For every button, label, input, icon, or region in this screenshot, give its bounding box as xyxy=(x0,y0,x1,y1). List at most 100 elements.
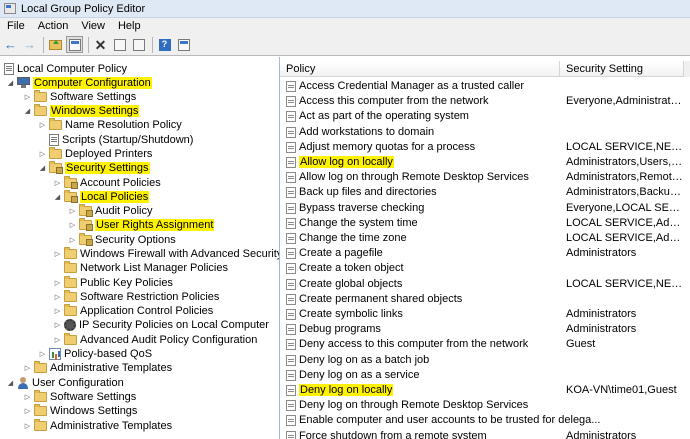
policy-row[interactable]: Deny log on as a service xyxy=(280,368,690,383)
expand-triangle-icon[interactable]: ▷ xyxy=(23,407,32,415)
tree-windows-settings[interactable]: ◢ Windows Settings xyxy=(23,103,140,118)
policy-row[interactable]: Create global objects LOCAL SERVICE,NETWO… xyxy=(280,277,690,292)
tree-label: Windows Firewall with Advanced Security xyxy=(80,247,280,260)
expand-triangle-icon[interactable]: ▷ xyxy=(23,364,32,372)
expand-triangle-icon[interactable]: ▷ xyxy=(68,236,77,244)
policy-row[interactable]: Create a pagefile Administrators xyxy=(280,246,690,261)
policy-row[interactable]: Debug programs Administrators xyxy=(280,322,690,337)
policy-row[interactable]: Add workstations to domain xyxy=(280,125,690,140)
up-folder-icon[interactable] xyxy=(47,36,64,53)
policy-row[interactable]: Deny access to this computer from the ne… xyxy=(280,337,690,352)
tree-advanced-audit[interactable]: ▷ Advanced Audit Policy Configuration xyxy=(53,332,257,347)
tree-software-settings[interactable]: ▷ Software Settings xyxy=(23,89,136,104)
export-list-icon[interactable] xyxy=(130,36,147,53)
policy-row[interactable]: Adjust memory quotas for a process LOCAL … xyxy=(280,140,690,155)
expand-triangle-icon[interactable]: ▷ xyxy=(53,336,62,344)
view-icon[interactable] xyxy=(175,36,192,53)
security-setting-value: Administrators xyxy=(566,323,637,336)
tree-security-settings[interactable]: ◢ Security Settings xyxy=(38,160,150,175)
policy-setting-icon xyxy=(286,293,296,305)
expand-triangle-icon[interactable]: ▷ xyxy=(23,422,32,430)
collapse-triangle-icon[interactable]: ◢ xyxy=(23,107,32,115)
policy-setting-icon xyxy=(286,217,296,229)
expand-triangle-icon[interactable]: ▷ xyxy=(23,393,32,401)
tree-user-rights-assignment[interactable]: ▷ User Rights Assignment xyxy=(68,217,215,232)
policy-row[interactable]: Allow log on through Remote Desktop Serv… xyxy=(280,170,690,185)
policy-row[interactable]: Bypass traverse checking Everyone,LOCAL S… xyxy=(280,201,690,216)
policy-name: Access Credential Manager as a trusted c… xyxy=(299,80,524,92)
tree-policy-based-qos[interactable]: ▷ Policy-based QoS xyxy=(38,346,152,361)
column-header-policy[interactable]: Policy xyxy=(280,61,560,77)
tree-audit-policy[interactable]: ▷ Audit Policy xyxy=(68,203,152,218)
column-header-security-setting[interactable]: Security Setting xyxy=(560,61,684,77)
expand-triangle-icon[interactable]: ▷ xyxy=(68,207,77,215)
collapse-triangle-icon[interactable]: ◢ xyxy=(6,379,15,387)
policy-row[interactable]: Force shutdown from a remote system Admin… xyxy=(280,429,690,439)
tree-public-key[interactable]: ▷ Public Key Policies xyxy=(53,275,173,290)
expand-triangle-icon[interactable]: ▷ xyxy=(68,221,77,229)
script-icon xyxy=(49,133,59,146)
expand-triangle-icon[interactable]: ▷ xyxy=(53,179,62,187)
expand-triangle-icon[interactable]: ▷ xyxy=(53,293,62,301)
tree-application-control[interactable]: ▷ Application Control Policies xyxy=(53,303,213,318)
tree-user-administrative-templates[interactable]: ▷ Administrative Templates xyxy=(23,418,172,433)
tree-software-restriction[interactable]: ▷ Software Restriction Policies xyxy=(53,289,219,304)
tree-local-policies[interactable]: ◢ Local Policies xyxy=(53,189,150,204)
policy-setting-icon xyxy=(286,202,296,214)
properties-icon[interactable] xyxy=(111,36,128,53)
expand-triangle-icon[interactable]: ▷ xyxy=(53,250,62,258)
tree-security-options[interactable]: ▷ Security Options xyxy=(68,232,176,247)
tree-account-policies[interactable]: ▷ Account Policies xyxy=(53,175,161,190)
tree-windows-firewall[interactable]: ▷ Windows Firewall with Advanced Securit… xyxy=(53,246,280,261)
policy-row[interactable]: Act as part of the operating system xyxy=(280,109,690,124)
policy-row[interactable]: Create a token object xyxy=(280,261,690,276)
policy-row[interactable]: Change the time zone LOCAL SERVICE,Admini… xyxy=(280,231,690,246)
policy-row[interactable]: Access this computer from the network Eve… xyxy=(280,94,690,109)
menu-view[interactable]: View xyxy=(74,20,111,32)
expand-triangle-icon[interactable]: ▷ xyxy=(53,279,62,287)
expand-triangle-icon[interactable]: ▷ xyxy=(38,350,47,358)
tree-label: Audit Policy xyxy=(95,204,153,217)
tree-root[interactable]: Local Computer Policy xyxy=(4,61,127,76)
tree-user-configuration[interactable]: ◢ User Configuration xyxy=(6,375,124,390)
policy-row[interactable]: Back up files and directories Administrat… xyxy=(280,185,690,200)
collapse-triangle-icon[interactable]: ◢ xyxy=(53,193,62,201)
tree-user-software-settings[interactable]: ▷ Software Settings xyxy=(23,389,136,404)
delete-icon[interactable]: ✕ xyxy=(92,36,109,53)
tree-name-resolution-policy[interactable]: ▷ Name Resolution Policy xyxy=(38,117,182,132)
policy-row[interactable]: Create permanent shared objects xyxy=(280,292,690,307)
user-icon xyxy=(17,376,29,389)
expand-triangle-icon[interactable]: ▷ xyxy=(23,93,32,101)
policy-row[interactable]: Deny log on through Remote Desktop Servi… xyxy=(280,398,690,413)
policy-row[interactable]: Allow log on locally Administrators,Users… xyxy=(280,155,690,170)
menu-help[interactable]: Help xyxy=(111,20,147,32)
policy-row[interactable]: Deny log on as a batch job xyxy=(280,353,690,368)
expand-triangle-icon[interactable]: ▷ xyxy=(53,307,62,315)
tree-computer-configuration[interactable]: ◢ Computer Configuration xyxy=(6,75,152,90)
tree-administrative-templates[interactable]: ▷ Administrative Templates xyxy=(23,360,172,375)
policy-list: Policy Security Setting Access Credentia… xyxy=(280,57,690,439)
back-arrow-icon[interactable]: ← xyxy=(2,36,19,53)
expand-triangle-icon[interactable]: ▷ xyxy=(38,121,47,129)
policy-row[interactable]: Enable computer and user accounts to be … xyxy=(280,413,690,428)
policy-row[interactable]: Change the system time LOCAL SERVICE,Admi… xyxy=(280,216,690,231)
policy-setting-icon xyxy=(286,233,296,244)
policy-row[interactable]: Deny log on locally KOA-VN\time01,Guest xyxy=(280,383,690,398)
tree-network-list[interactable]: Network List Manager Policies xyxy=(53,260,228,275)
policy-row[interactable]: Access Credential Manager as a trusted c… xyxy=(280,79,690,94)
vertical-scrollbar[interactable] xyxy=(683,61,690,77)
tree-deployed-printers[interactable]: ▷ Deployed Printers xyxy=(38,146,152,161)
tree-user-windows-settings[interactable]: ▷ Windows Settings xyxy=(23,403,137,418)
tree-scripts[interactable]: Scripts (Startup/Shutdown) xyxy=(38,132,193,147)
expand-triangle-icon[interactable]: ▷ xyxy=(53,321,62,329)
policy-row[interactable]: Create symbolic links Administrators xyxy=(280,307,690,322)
show-hide-tree-icon[interactable] xyxy=(66,36,83,53)
tree-ip-security[interactable]: ▷ IP Security Policies on Local Computer xyxy=(53,317,269,332)
menu-file[interactable]: File xyxy=(0,20,31,32)
menu-action[interactable]: Action xyxy=(31,20,75,32)
help-icon[interactable]: ? xyxy=(156,36,173,53)
forward-arrow-icon[interactable]: → xyxy=(21,36,38,53)
expand-triangle-icon[interactable]: ▷ xyxy=(38,150,47,158)
collapse-triangle-icon[interactable]: ◢ xyxy=(38,164,47,172)
collapse-triangle-icon[interactable]: ◢ xyxy=(6,79,15,87)
